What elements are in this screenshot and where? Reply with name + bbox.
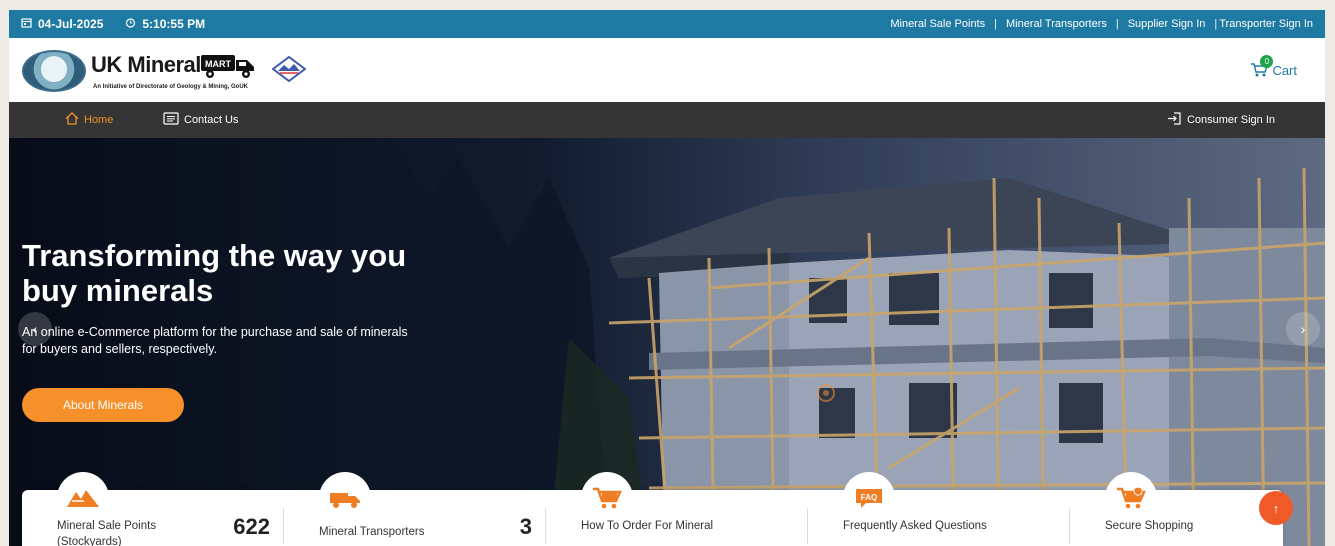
nav-home[interactable]: Home (65, 102, 113, 138)
consumer-sign-in-label: Consumer Sign In (1186, 114, 1275, 126)
stat-label: How To Order For Mineral (581, 520, 714, 532)
site-header: UK Mineral MART An Initiative of Directo… (9, 38, 1325, 102)
stat-value: 622 (233, 514, 270, 539)
nav-contact-us[interactable]: Contact Us (163, 102, 238, 138)
mart-truck-logo: MART (201, 55, 254, 78)
uttarakhand-emblem-logo (272, 56, 306, 82)
page-frame: 04-Jul-2025 5:10:55 PM Mineral Sale Poin… (9, 10, 1325, 546)
brand-name[interactable]: UK Mineral (91, 52, 201, 78)
scroll-to-top-arrow-icon[interactable]: ↑ (1259, 491, 1293, 525)
faq-icon: FAQ (843, 472, 895, 524)
top-info-bar: 04-Jul-2025 5:10:55 PM Mineral Sale Poin… (9, 10, 1325, 38)
mineral-transporters-link[interactable]: Mineral Transporters (1006, 18, 1107, 30)
stat-how-to-order[interactable]: How To Order For Mineral (546, 472, 808, 546)
stat-faq[interactable]: FAQ Frequently Asked Questions (808, 472, 1070, 546)
stat-label: Frequently Asked Questions (843, 520, 987, 532)
home-icon (65, 112, 79, 128)
nav-home-label: Home (84, 114, 114, 126)
department-emblem-logo[interactable] (22, 50, 86, 92)
consumer-sign-in-button[interactable]: Consumer Sign In (1167, 102, 1275, 138)
main-navigation: Home Contact Us Consumer Sign In (9, 102, 1325, 138)
cart-icon: 0 (1250, 55, 1274, 78)
truck-icon (319, 472, 371, 524)
brand-tagline: An Initiative of Directorate of Geology … (93, 84, 249, 90)
mineral-sale-points-link[interactable]: Mineral Sale Points (890, 18, 985, 30)
clock-icon (125, 17, 136, 31)
carousel-prev-arrow-icon[interactable]: ‹ (18, 312, 52, 346)
separator: | (1115, 18, 1119, 30)
stat-value: 3 (519, 514, 532, 539)
contact-card-icon (163, 112, 179, 128)
secure-cart-icon (1105, 472, 1157, 524)
cart-label: Cart (1272, 62, 1297, 78)
carousel-next-arrow-icon[interactable]: › (1286, 312, 1320, 346)
mart-badge-text: MART (205, 59, 231, 69)
feature-stats-bar: Mineral Sale Points (Stockyards) 622 Min… (22, 472, 1283, 546)
cart-button[interactable]: 0 Cart (1250, 55, 1297, 78)
hero-subtitle: An online e-Commerce platform for the pu… (22, 325, 408, 356)
svg-text:FAQ: FAQ (861, 493, 877, 502)
stat-mineral-sale-points[interactable]: Mineral Sale Points (Stockyards) 622 (22, 472, 284, 546)
stockpile-icon (57, 472, 109, 524)
about-minerals-button[interactable]: About Minerals (22, 388, 184, 422)
carousel-indicator[interactable] (817, 384, 835, 402)
hero-title: Transforming the way you buy minerals (22, 238, 407, 308)
stat-label: Secure Shopping (1105, 520, 1194, 532)
current-time: 5:10:55 PM (142, 17, 206, 31)
calendar-icon (21, 17, 32, 31)
nav-contact-label: Contact Us (184, 114, 239, 126)
separator: | (1214, 18, 1218, 30)
datetime-group: 04-Jul-2025 5:10:55 PM (9, 17, 205, 31)
stat-label: Mineral Transporters (319, 526, 425, 538)
stat-label: Mineral Sale Points (Stockyards) (57, 520, 157, 546)
cart-icon (581, 472, 633, 524)
stat-mineral-transporters[interactable]: Mineral Transporters 3 (284, 472, 546, 546)
separator: | (994, 18, 997, 30)
top-links: Mineral Sale Points | Mineral Transporte… (890, 18, 1325, 30)
current-date: 04-Jul-2025 (38, 17, 104, 31)
transporter-sign-in-link[interactable]: Transporter Sign In (1219, 18, 1313, 30)
sign-in-icon (1167, 112, 1182, 128)
supplier-sign-in-link[interactable]: Supplier Sign In (1128, 18, 1206, 30)
